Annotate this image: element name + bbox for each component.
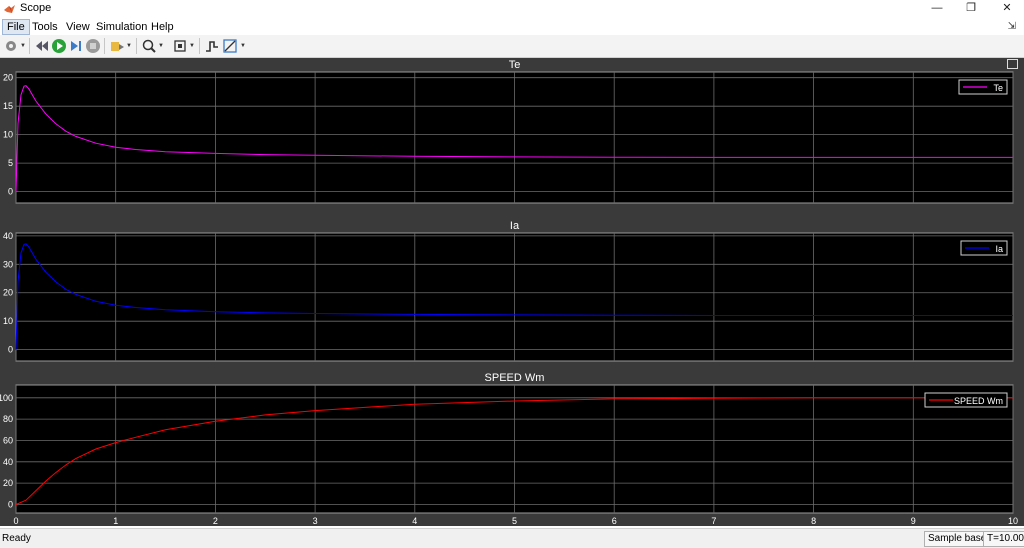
sim-time: T=10.000 — [983, 531, 1024, 547]
y-tick-label: 20 — [3, 288, 13, 298]
gear-icon[interactable] — [3, 38, 19, 54]
y-tick-label: 100 — [0, 393, 13, 403]
run-icon[interactable] — [51, 38, 67, 54]
y-tick-label: 10 — [3, 316, 13, 326]
toolbar: ▼ ▼ ▼ ▼ ▼ — [0, 35, 1024, 58]
menu-help[interactable]: Help — [147, 21, 178, 33]
measure-dropdown-icon[interactable]: ▼ — [240, 43, 246, 49]
menu-bar: File Tools View Simulation Help ⇲ — [0, 18, 1024, 35]
menu-file[interactable]: File — [2, 19, 30, 35]
x-tick-label: 0 — [13, 516, 18, 526]
toolbar-separator — [136, 38, 137, 54]
y-tick-label: 5 — [8, 158, 13, 168]
trigger-icon[interactable] — [204, 38, 220, 54]
x-tick-label: 9 — [911, 516, 916, 526]
scope-figure: Te 0 5 10 15 20 Te Ia 0 10 20 30 40 Ia SPEED Wm 0 20 40 60… — [0, 58, 1024, 526]
y-tick-label: 0 — [8, 499, 13, 509]
status-text: Ready — [2, 533, 31, 544]
matlab-logo-icon — [4, 5, 15, 13]
undock-icon[interactable] — [1007, 59, 1018, 69]
y-tick-label: 60 — [3, 435, 13, 445]
title-bar: Scope — ❐ ✕ — [0, 0, 1024, 18]
pin-icon[interactable]: ⇲ — [1008, 21, 1016, 32]
status-bar: Ready Sample based T=10.000 — [0, 528, 1024, 548]
x-tick-label: 2 — [213, 516, 218, 526]
cursor-measure-icon[interactable] — [222, 38, 238, 54]
scope-plots: Te05101520TeIa010203040IaSPEED Wm0204060… — [0, 59, 1018, 526]
y-tick-label: 0 — [8, 345, 13, 355]
toolbar-separator — [104, 38, 105, 54]
y-tick-label: 80 — [3, 414, 13, 424]
menu-simulation[interactable]: Simulation — [92, 21, 151, 33]
stop-icon[interactable] — [85, 38, 101, 54]
y-tick-label: 40 — [3, 231, 13, 241]
toolbar-separator — [29, 38, 30, 54]
y-tick-label: 15 — [3, 101, 13, 111]
step-forward-icon[interactable] — [68, 38, 84, 54]
legend-label: Ia — [995, 244, 1003, 254]
axes-title: SPEED Wm — [485, 372, 545, 384]
fit-axes-icon[interactable] — [172, 38, 188, 54]
menu-tools[interactable]: Tools — [28, 21, 62, 33]
legend-label: Te — [993, 83, 1003, 93]
y-tick-label: 10 — [3, 130, 13, 140]
window-title: Scope — [20, 2, 52, 14]
toolbar-separator — [199, 38, 200, 54]
x-tick-label: 5 — [512, 516, 517, 526]
y-tick-label: 0 — [8, 187, 13, 197]
highlight-dropdown-icon[interactable]: ▼ — [126, 43, 132, 49]
axes-title: Ia — [510, 220, 520, 232]
zoom-dropdown-icon[interactable]: ▼ — [158, 43, 164, 49]
x-tick-label: 10 — [1008, 516, 1018, 526]
close-icon[interactable]: ✕ — [990, 0, 1024, 18]
x-tick-label: 8 — [811, 516, 816, 526]
y-tick-label: 20 — [3, 478, 13, 488]
x-tick-label: 3 — [313, 516, 318, 526]
fit-dropdown-icon[interactable]: ▼ — [189, 43, 195, 49]
rewind-icon[interactable] — [34, 38, 50, 54]
x-tick-label: 4 — [412, 516, 417, 526]
menu-view[interactable]: View — [62, 21, 94, 33]
axes-title: Te — [509, 59, 521, 71]
highlight-icon[interactable] — [109, 38, 125, 54]
y-tick-label: 40 — [3, 457, 13, 467]
minimize-icon[interactable]: — — [920, 0, 954, 18]
x-tick-label: 6 — [612, 516, 617, 526]
restore-icon[interactable]: ❐ — [954, 0, 988, 18]
x-tick-label: 7 — [711, 516, 716, 526]
y-tick-label: 30 — [3, 259, 13, 269]
x-tick-label: 1 — [113, 516, 118, 526]
legend-label: SPEED Wm — [954, 396, 1003, 406]
gear-dropdown-icon[interactable]: ▼ — [20, 43, 26, 49]
y-tick-label: 20 — [3, 73, 13, 83]
zoom-icon[interactable] — [141, 38, 157, 54]
